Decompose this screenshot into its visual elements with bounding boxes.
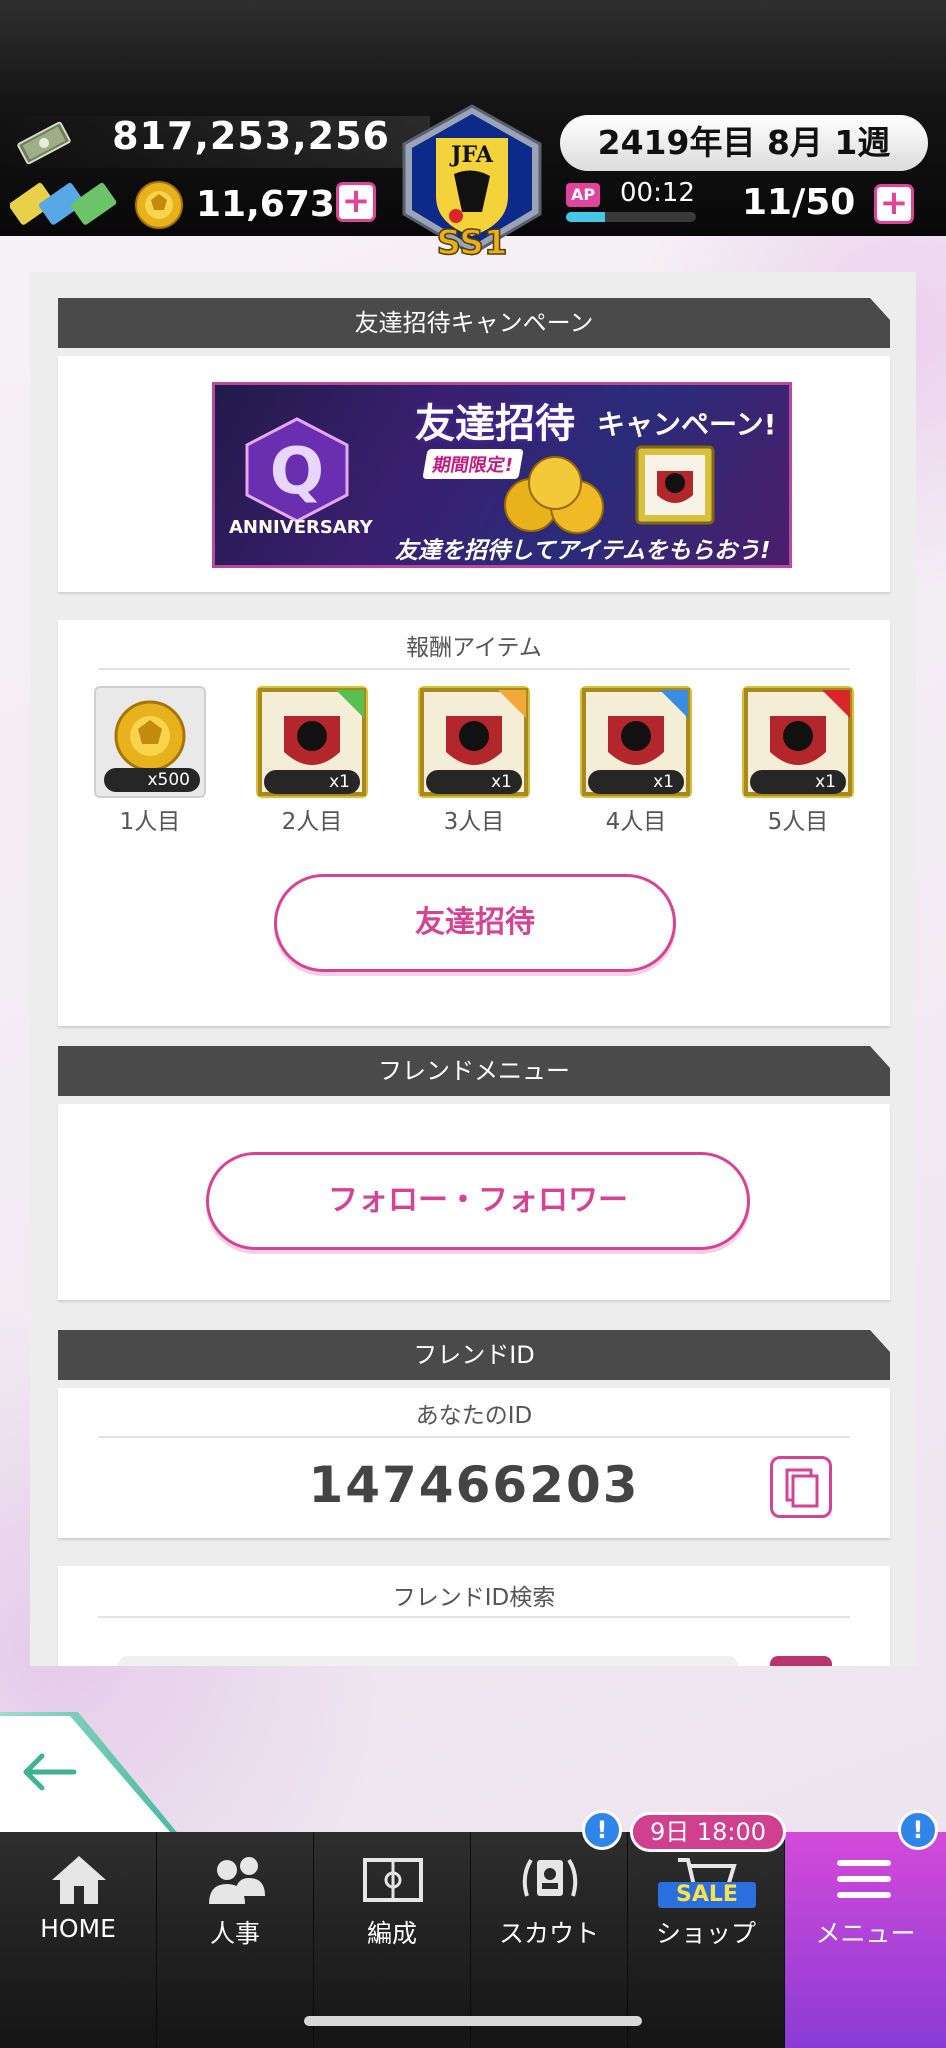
reward-item-3[interactable]: x1 <box>418 686 530 798</box>
money-amount: 817,253,256 <box>112 114 390 158</box>
money-icon <box>17 121 71 165</box>
menu-notification-badge: ! <box>898 1810 938 1850</box>
svg-text:JFA: JFA <box>449 142 494 168</box>
reward-qty: x500 <box>104 768 200 792</box>
campaign-card: Q ANNIVERSARY 友達招待 キャンペーン! 期間限定! 友達を招待して… <box>58 356 890 592</box>
reward-label: 2人目 <box>281 809 343 835</box>
friend-id-search-button[interactable] <box>770 1656 832 1666</box>
banner-title-suffix: キャンペーン! <box>597 408 777 441</box>
home-indicator[interactable] <box>304 2016 642 2026</box>
rewards-card: 報酬アイテム x500 1人目 x1 2人目 x1 3人目 x1 4人目 x1 … <box>58 620 890 1026</box>
add-ap-button[interactable]: + <box>874 184 914 224</box>
reward-label: 1人目 <box>119 809 181 835</box>
friend-id-card: あなたのID 147466203 <box>58 1388 890 1538</box>
friend-id-title: フレンドID <box>58 1330 890 1380</box>
invite-friend-button[interactable]: 友達招待 <box>274 874 676 972</box>
nav-personnel[interactable]: 人事 <box>157 1832 314 2048</box>
nav-home[interactable]: HOME <box>0 1832 157 2048</box>
divider <box>98 668 850 670</box>
divider <box>98 1436 850 1438</box>
shop-timer-badge: 9日 18:00 <box>630 1812 786 1852</box>
reward-label: 5人目 <box>767 809 829 835</box>
your-friend-id: 147466203 <box>308 1456 640 1514</box>
friend-panel[interactable]: 友達招待キャンペーン Q ANNIVERSARY 友達招待 キャンペーン! 期間… <box>30 272 916 1666</box>
people-icon <box>209 1857 265 1904</box>
nav-label: メニュー <box>815 1919 916 1948</box>
banner-anniversary: ANNIVERSARY <box>229 517 373 538</box>
friend-id-search-card: フレンドID検索 <box>58 1566 890 1666</box>
coin-amount: 11,673 <box>196 184 335 225</box>
sale-badge: SALE <box>658 1882 756 1908</box>
reward-qty: x1 <box>426 770 522 794</box>
nav-label: HOME <box>40 1914 116 1943</box>
coin-icon <box>114 700 186 772</box>
rewards-title: 報酬アイテム <box>406 635 542 661</box>
cards-icon <box>10 182 117 225</box>
scout-icon <box>522 1858 578 1897</box>
ap-progress-fill <box>566 212 605 222</box>
copy-icon <box>785 1468 819 1508</box>
banner-subtitle: 友達を招待してアイテムをもらおう! <box>395 538 771 564</box>
scout-notification-badge: ! <box>582 1810 622 1850</box>
ap-count: 11/50 <box>742 182 856 223</box>
campaign-title: 友達招待キャンペーン <box>58 298 890 348</box>
menu-icon <box>837 1860 891 1898</box>
copy-id-button[interactable] <box>770 1456 832 1518</box>
your-id-label: あなたのID <box>415 1403 533 1429</box>
svg-text:Q: Q <box>270 435 324 509</box>
reward-label: 4人目 <box>605 809 667 835</box>
friend-menu-card: フォロー・フォロワー <box>58 1104 890 1300</box>
reward-qty: x1 <box>588 770 684 794</box>
home-icon <box>52 1856 106 1904</box>
friend-menu-title: フレンドメニュー <box>58 1046 890 1096</box>
jfa-emblem: JFA SS1 <box>402 104 542 264</box>
divider <box>98 1616 850 1618</box>
friend-id-search-label: フレンドID検索 <box>392 1585 556 1611</box>
svg-text:SS1: SS1 <box>436 223 507 263</box>
game-date: 2419年目 8月 1週 <box>560 115 928 171</box>
reward-item-4[interactable]: x1 <box>580 686 692 798</box>
add-coins-button[interactable]: + <box>336 182 376 222</box>
coin-icon <box>135 181 183 229</box>
nav-shop[interactable]: SALE ショップ <box>628 1832 785 2048</box>
reward-qty: x1 <box>264 770 360 794</box>
back-arrow-icon <box>23 1753 77 1791</box>
friend-id-search-input[interactable] <box>118 1656 738 1666</box>
ap-badge: AP <box>566 183 600 207</box>
campaign-banner[interactable]: Q ANNIVERSARY 友達招待 キャンペーン! 期間限定! 友達を招待して… <box>212 382 792 568</box>
reward-item-5[interactable]: x1 <box>742 686 854 798</box>
coins-pile-icon <box>504 456 604 534</box>
anniversary-logo-icon: Q <box>245 417 349 523</box>
reward-item-1[interactable]: x500 <box>94 686 206 798</box>
ap-progress-bar <box>566 212 696 222</box>
nav-label: ショップ <box>655 1919 756 1948</box>
nav-menu[interactable]: メニュー <box>785 1832 946 2048</box>
nav-label: 編成 <box>366 1919 417 1948</box>
ap-timer: 00:12 <box>620 178 695 208</box>
nav-label: 人事 <box>209 1919 260 1948</box>
reward-label: 3人目 <box>443 809 505 835</box>
reward-qty: x1 <box>750 770 846 794</box>
follow-follower-button[interactable]: フォロー・フォロワー <box>206 1152 750 1250</box>
banner-title: 友達招待 <box>415 401 575 447</box>
field-icon <box>363 1858 423 1902</box>
nav-label: スカウト <box>498 1919 599 1948</box>
player-card-icon <box>635 445 715 525</box>
reward-item-2[interactable]: x1 <box>256 686 368 798</box>
